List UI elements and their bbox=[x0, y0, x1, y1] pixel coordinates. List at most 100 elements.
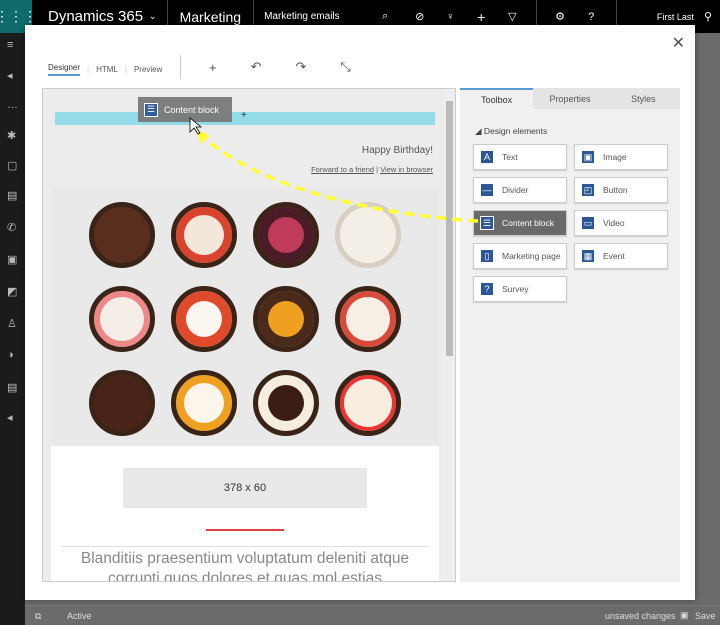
cupcake bbox=[335, 202, 401, 268]
contact-icon[interactable]: ♙ bbox=[7, 317, 17, 330]
email-designer-dialog: ✕ Designer | HTML | Preview + ↶ ↷ ⤡ + ☰ Con… bbox=[25, 25, 695, 600]
toolbox-video[interactable]: ▭ Video bbox=[574, 210, 668, 236]
phone-icon[interactable]: ✆ bbox=[7, 221, 16, 234]
cupcakes-image[interactable] bbox=[51, 188, 439, 446]
item-label: Content block bbox=[502, 218, 554, 228]
record-state: Active bbox=[67, 611, 92, 621]
nav-icon[interactable]: ▤ bbox=[7, 381, 17, 394]
toolbox-button[interactable]: ◰ Button bbox=[574, 177, 668, 203]
lightbulb-icon[interactable]: ♀ bbox=[446, 11, 477, 23]
tab-properties[interactable]: Properties bbox=[533, 88, 607, 109]
item-label: Button bbox=[603, 185, 628, 195]
content-block-icon: ☰ bbox=[144, 102, 158, 117]
plus-icon: + bbox=[241, 110, 247, 121]
menu-icon[interactable]: ≡ bbox=[7, 39, 13, 51]
add-icon[interactable]: + bbox=[209, 60, 217, 75]
divider-line bbox=[206, 529, 284, 531]
item-label: Text bbox=[502, 152, 518, 162]
popout-icon[interactable]: ⧉ bbox=[35, 611, 41, 622]
undo-icon[interactable]: ↶ bbox=[251, 59, 262, 75]
toolbox-image[interactable]: ▣ Image bbox=[574, 144, 668, 170]
mode-tabs: Designer | HTML | Preview bbox=[48, 63, 163, 76]
search-icon[interactable]: ⌕ bbox=[382, 10, 415, 23]
tab-styles[interactable]: Styles bbox=[606, 88, 680, 109]
nav-icon[interactable]: ▤ bbox=[7, 189, 17, 202]
toolbox-divider[interactable]: — Divider bbox=[473, 177, 567, 203]
toolbox-content-block[interactable]: ☰ Content block bbox=[473, 210, 567, 236]
status-bar: ⧉ Active unsaved changes ▣ Save bbox=[25, 605, 720, 625]
collapse-triangle-icon: ◢ bbox=[475, 126, 482, 136]
plus-icon[interactable]: + bbox=[477, 9, 508, 25]
email-body: 378 x 60 Blanditiis praesentium voluptat… bbox=[51, 446, 439, 581]
cupcake bbox=[171, 286, 237, 352]
nav-icon[interactable]: ✱ bbox=[7, 129, 16, 142]
greeting-text: Happy Birthday! bbox=[361, 145, 433, 156]
toolbox-marketing-page[interactable]: ▯ Marketing page bbox=[473, 243, 567, 269]
save-icon[interactable]: ▣ bbox=[680, 610, 689, 621]
user-icon[interactable]: ⚲ bbox=[704, 10, 712, 23]
toolbar: + ↶ ↷ ⤡ bbox=[180, 55, 351, 79]
nav-icon[interactable]: ▢ bbox=[7, 159, 17, 172]
left-nav: ≡ ◂ … ✱ ▢ ▤ ✆ ▣ ◩ ♙ ◑ ▤ ◂ bbox=[0, 33, 25, 625]
separator: | bbox=[376, 165, 379, 174]
cupcake bbox=[89, 202, 155, 268]
drop-zone[interactable]: + bbox=[55, 110, 435, 125]
redo-icon[interactable]: ↷ bbox=[296, 59, 307, 75]
task-icon[interactable]: ⊘ bbox=[415, 10, 446, 23]
nav-icon[interactable]: ◑ bbox=[7, 349, 14, 361]
toolbox-panel: Toolbox Properties Styles ◢ Design eleme… bbox=[460, 88, 680, 582]
unsaved-text: unsaved changes bbox=[605, 611, 676, 621]
cupcake bbox=[171, 370, 237, 436]
nav-icon[interactable]: ▣ bbox=[7, 253, 17, 266]
entity-name: Marketing emails bbox=[264, 11, 340, 22]
image-icon: ▣ bbox=[581, 150, 595, 164]
image-placeholder[interactable]: 378 x 60 bbox=[123, 468, 367, 508]
module-name[interactable]: Marketing bbox=[168, 9, 253, 25]
nav-icon[interactable]: ◩ bbox=[7, 285, 17, 298]
toolbox-text[interactable]: A Text bbox=[473, 144, 567, 170]
toolbox-survey[interactable]: ? Survey bbox=[473, 276, 567, 302]
filter-icon[interactable]: ▽ bbox=[508, 10, 536, 23]
chevron-down-icon[interactable]: ⌄ bbox=[149, 11, 157, 22]
cupcake bbox=[253, 202, 319, 268]
forward-link[interactable]: Forward to a friend bbox=[311, 165, 374, 174]
content-block-icon: ☰ bbox=[480, 216, 494, 230]
section-label: Design elements bbox=[483, 126, 548, 136]
design-elements-header[interactable]: ◢ Design elements bbox=[475, 126, 680, 137]
text-icon: A bbox=[480, 150, 494, 164]
cupcake bbox=[335, 370, 401, 436]
tab-toolbox[interactable]: Toolbox bbox=[460, 88, 534, 109]
toolbox-event[interactable]: ▦ Event bbox=[574, 243, 668, 269]
tab-html[interactable]: HTML bbox=[96, 65, 118, 74]
email-header[interactable]: Happy Birthday! Forward to a friend | Vi… bbox=[248, 145, 433, 185]
cupcake bbox=[171, 202, 237, 268]
app-name[interactable]: Dynamics 365 bbox=[32, 8, 149, 25]
tab-preview[interactable]: Preview bbox=[134, 65, 162, 74]
user-name[interactable]: First Last bbox=[657, 12, 694, 22]
close-icon[interactable]: ✕ bbox=[672, 33, 685, 53]
item-label: Survey bbox=[502, 284, 529, 294]
tab-designer[interactable]: Designer bbox=[48, 63, 81, 76]
body-text[interactable]: Blanditiis praesentium voluptatum deleni… bbox=[61, 546, 429, 581]
cupcake bbox=[89, 370, 155, 436]
cupcake bbox=[253, 370, 319, 436]
design-canvas[interactable]: + ☰ Content block Happy Birthday! Forward… bbox=[42, 88, 456, 582]
item-label: Image bbox=[603, 152, 627, 162]
canvas-scrollbar[interactable] bbox=[443, 89, 455, 581]
help-icon[interactable]: ? bbox=[588, 11, 616, 23]
save-button[interactable]: Save bbox=[695, 611, 716, 621]
drag-label: Content block bbox=[164, 104, 220, 115]
view-in-browser-link[interactable]: View in browser bbox=[380, 165, 433, 174]
cupcake bbox=[89, 286, 155, 352]
cupcake bbox=[335, 286, 401, 352]
button-icon: ◰ bbox=[581, 183, 595, 197]
more-icon[interactable]: … bbox=[7, 99, 18, 111]
dragged-content-block[interactable]: ☰ Content block bbox=[138, 97, 232, 122]
nav-icon[interactable]: ◂ bbox=[7, 411, 13, 424]
gear-icon[interactable]: ⚙ bbox=[555, 10, 588, 23]
collapse-icon[interactable]: ⤡ bbox=[340, 59, 350, 75]
megaphone-icon[interactable]: ◂ bbox=[7, 69, 13, 82]
survey-icon: ? bbox=[480, 282, 494, 296]
video-icon: ▭ bbox=[581, 216, 595, 230]
item-label: Video bbox=[603, 218, 625, 228]
